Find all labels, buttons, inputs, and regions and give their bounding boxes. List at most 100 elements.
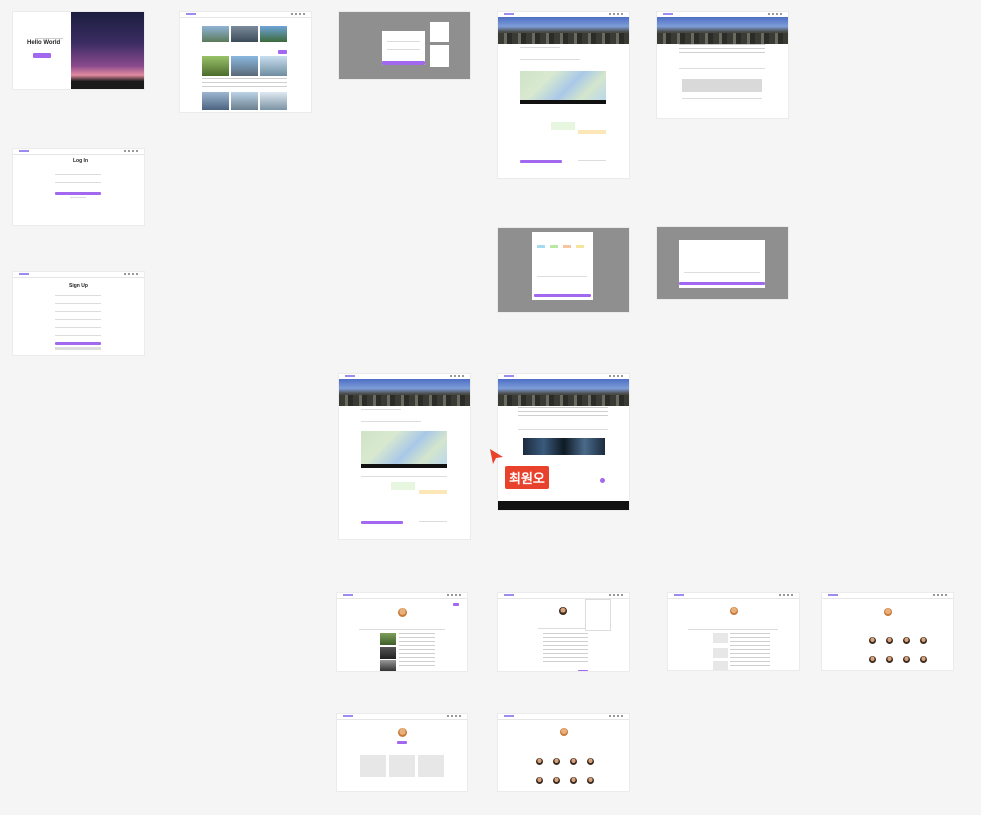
frame-home: Hello World [13,12,144,89]
frame-post-detail [498,374,629,510]
frame-post-write [657,12,788,118]
schedule-block[interactable] [578,130,606,134]
follow-button[interactable] [453,603,459,606]
signup-field-3[interactable] [55,311,101,312]
login-footer-link[interactable] [70,197,86,198]
schedule-block[interactable] [551,122,575,130]
signup-field-2[interactable] [55,303,101,304]
gallery-thumb[interactable] [231,56,258,76]
modal-confirm-button[interactable] [382,61,425,65]
following-avatar[interactable] [903,637,910,644]
map-view[interactable] [361,431,447,467]
login-email-field[interactable] [55,174,101,175]
schedule-block[interactable] [391,482,415,490]
category-tag[interactable] [550,245,558,248]
comment-modal [679,240,765,288]
frame-login: Log In [13,149,144,225]
following-avatar[interactable] [869,656,876,663]
home-heading: Hello World [27,40,61,46]
frame-followers [498,714,629,791]
category-confirm-button[interactable] [534,294,591,297]
signup-field-1[interactable] [55,295,101,296]
signup-secondary-button[interactable] [55,347,101,350]
avatar [560,728,568,736]
follower-avatar[interactable] [536,758,543,765]
home-cta-button[interactable] [33,53,51,58]
create-plan-button[interactable] [520,160,562,163]
avatar [398,608,407,617]
follower-avatar[interactable] [536,777,543,784]
save-plan-button[interactable] [361,521,403,524]
modal-field[interactable] [387,49,420,50]
follower-avatar[interactable] [570,758,577,765]
gallery-thumb[interactable] [260,56,287,76]
signup-submit-button[interactable] [55,342,101,345]
follower-avatar[interactable] [587,777,594,784]
follower-avatar[interactable] [553,758,560,765]
hero-banner [498,17,629,44]
save-profile-button[interactable] [578,670,588,671]
gallery-thumb[interactable] [202,26,229,42]
avatar [559,607,567,615]
gallery-thumb[interactable] [231,92,258,110]
card[interactable] [389,755,415,777]
post-thumb[interactable] [380,647,396,659]
list-thumb[interactable] [713,648,728,658]
like-icon[interactable] [600,478,605,483]
frame-profile-edit [498,593,629,671]
login-heading: Log In [73,158,88,164]
list-thumb[interactable] [713,633,728,643]
comment-field[interactable] [684,272,760,273]
following-avatar[interactable] [920,637,927,644]
frame-trip-create [498,12,629,178]
frame-profile-list [668,593,799,670]
map-view[interactable] [520,71,606,103]
follower-avatar[interactable] [587,758,594,765]
card[interactable] [418,755,444,777]
category-modal [532,232,593,300]
frame-modal-comment [657,227,788,299]
following-avatar[interactable] [903,656,910,663]
home-subtitle [35,38,63,39]
gallery-add-button[interactable] [278,50,287,54]
calendar-popup[interactable] [430,22,449,42]
login-submit-button[interactable] [55,192,101,195]
login-password-field[interactable] [55,182,101,183]
gallery-thumb[interactable] [260,26,287,42]
home-hero-image [71,12,144,89]
hero-banner [339,379,470,406]
category-tag[interactable] [537,245,545,248]
follower-avatar[interactable] [570,777,577,784]
category-field[interactable] [537,276,587,277]
category-tag[interactable] [576,245,584,248]
signup-field-5[interactable] [55,327,101,328]
frame-profile-posts [337,593,467,671]
gallery-thumb[interactable] [260,92,287,110]
schedule-block[interactable] [419,490,447,494]
signup-field-6[interactable] [55,335,101,336]
modal-field[interactable] [387,41,420,42]
follower-avatar[interactable] [553,777,560,784]
cursor-arrow-icon [490,449,503,464]
frame-signup: Sign Up [13,272,144,355]
comment-submit-button[interactable] [679,282,765,285]
gallery-thumb[interactable] [231,26,258,42]
gallery-thumb[interactable] [202,92,229,110]
following-avatar[interactable] [886,656,893,663]
avatar [730,607,738,615]
upload-area[interactable] [682,79,762,92]
calendar-popup[interactable] [430,45,449,67]
following-avatar[interactable] [920,656,927,663]
category-tag[interactable] [563,245,571,248]
gallery-thumb[interactable] [202,56,229,76]
signup-field-4[interactable] [55,319,101,320]
list-thumb[interactable] [713,661,728,670]
dropdown-menu[interactable] [586,600,610,630]
card[interactable] [360,755,386,777]
frame-trip-plan [339,374,470,539]
post-thumb[interactable] [380,660,396,671]
edit-profile-button[interactable] [397,741,407,744]
following-avatar[interactable] [869,637,876,644]
following-avatar[interactable] [886,637,893,644]
post-thumb[interactable] [380,633,396,645]
